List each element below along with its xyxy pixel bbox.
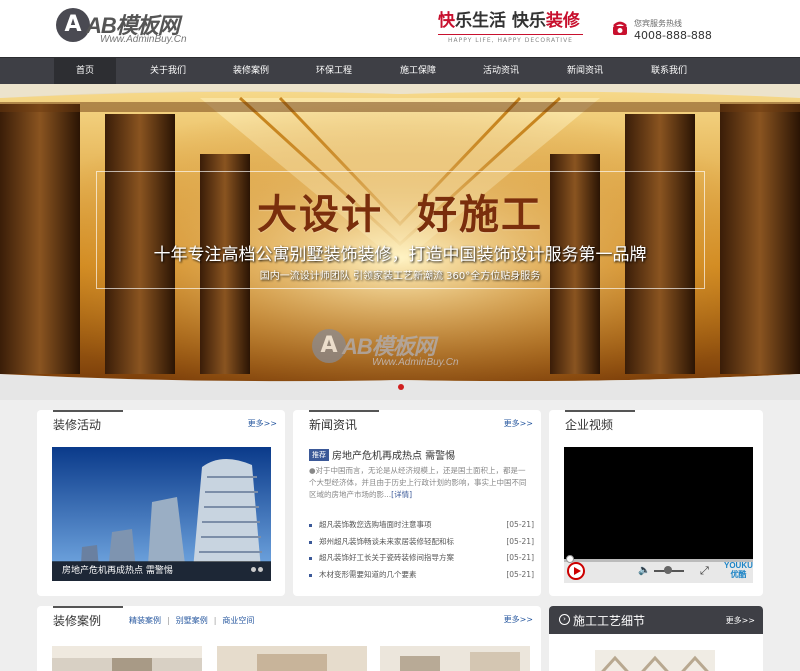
watermark-logo: A AB模板网 Www.AdminBuy.Cn (312, 329, 542, 389)
more-link[interactable]: 更多>> (504, 614, 533, 625)
interior-photo (217, 646, 367, 671)
featured-news-summary: ●对于中国而言，无论是从经济规模上，还是国土面积上，都是一个大型经济体，并且由于… (309, 465, 531, 501)
news-list: 超凡装饰教您选购墙面时注意事项 [05-21] 郑州超凡装饰畅谈未来家居装修轻配和… (309, 517, 534, 583)
nav-news[interactable]: 新闻资讯 (554, 58, 616, 85)
news-panel: 新闻资讯 更多>> 推荐 房地产危机再成热点 需警惕 ●对于中国而言，无论是从经济… (293, 410, 541, 596)
interior-photo (380, 646, 530, 671)
slogan-english: HAPPY LIFE, HAPPY DECORATIVE (438, 34, 583, 44)
arrow-circle-icon: › (559, 614, 570, 625)
detail-link[interactable]: [详情] (391, 490, 412, 499)
hotline: 您宾服务热线 4008-888-888 (612, 18, 732, 42)
youku-top: YOUKU (724, 561, 753, 570)
slogan-part: 快乐 (511, 11, 546, 31)
bullet-icon (309, 573, 312, 577)
carousel-dots[interactable] (249, 561, 263, 575)
featured-news-title[interactable]: 房地产危机再成热点 需警惕 (332, 447, 455, 462)
list-item[interactable]: 木材变形需要知道的几个要素 [05-21] (309, 567, 534, 584)
panel-title: 企业视频 (565, 418, 614, 432)
nav-about[interactable]: 关于我们 (137, 58, 199, 85)
panel-title: 装修案例 (53, 614, 102, 628)
summary-text: ●对于中国而言，无论是从经济规模上，还是国土面积上，都是一个大型经济体，并且由于… (309, 466, 527, 499)
nav-home[interactable]: 首页 (54, 58, 116, 85)
more-link[interactable]: 更多>> (248, 418, 277, 429)
list-item[interactable]: 超凡装饰教您选购墙面时注意事项 [05-21] (309, 517, 534, 534)
recommend-badge: 推荐 (309, 448, 329, 461)
site-header: A AB模板网 Www.AdminBuy.Cn 快乐生活 快乐装修 HAPPY … (0, 0, 800, 57)
banner-title: 大设计 好施工 (257, 192, 543, 238)
panel-title: 新闻资讯 (309, 418, 358, 432)
site-logo[interactable]: A AB模板网 Www.AdminBuy.Cn (56, 8, 206, 48)
panel-title: 装修活动 (53, 418, 102, 432)
slogan-part: 乐生活 (455, 11, 512, 31)
panel-title: 施工工艺细节 (573, 614, 646, 628)
case-thumbnail[interactable] (380, 646, 530, 671)
more-link[interactable]: 更多>> (726, 615, 755, 626)
news-title[interactable]: 超凡装饰好工长关于瓷砖装修间指导方案 (319, 550, 454, 567)
banner-tagline: 国内一流设计师团队 引领家装工艺新潮流 360°全方位贴身服务 (259, 271, 541, 282)
news-date: [05-21] (506, 569, 534, 579)
activities-panel: 装修活动 更多>> 房地产危机再成热点 需警惕 (37, 410, 285, 596)
title-accent (565, 410, 635, 412)
bullet-icon (309, 540, 312, 544)
title-accent (53, 606, 123, 608)
youku-bottom: 优酷 (730, 570, 747, 579)
craft-header: › 施工工艺细节 更多>> (549, 606, 763, 634)
list-item[interactable]: 郑州超凡装饰畅谈未来家居装修轻配和标 [05-21] (309, 534, 534, 551)
header-slogan: 快乐生活 快乐装修 HAPPY LIFE, HAPPY DECORATIVE (438, 6, 583, 50)
tab-fine[interactable]: 精装案例 (129, 616, 161, 625)
play-icon[interactable] (567, 562, 585, 580)
craft-thumbnail[interactable] (595, 650, 715, 671)
video-player[interactable]: 🔈 ⤢ YOUKU 优酷 (564, 447, 753, 583)
phone-icon (613, 21, 627, 35)
fullscreen-icon[interactable]: ⤢ (700, 564, 709, 578)
title-accent (309, 410, 379, 412)
news-title[interactable]: 超凡装饰教您选购墙面时注意事项 (319, 517, 432, 534)
news-date: [05-21] (506, 520, 534, 529)
interior-photo (52, 646, 202, 671)
video-controls: 🔈 ⤢ YOUKU 优酷 (564, 555, 753, 583)
list-item[interactable]: 超凡装饰好工长关于瓷砖装修间指导方案 [05-21] (309, 550, 534, 567)
nav-contact[interactable]: 联系我们 (638, 58, 700, 85)
logo-url: Www.AdminBuy.Cn (100, 34, 187, 45)
image-caption: 房地产危机再成热点 需警惕 (52, 561, 271, 581)
featured-news[interactable]: 推荐 房地产危机再成热点 需警惕 (309, 447, 529, 462)
news-date: [05-21] (506, 553, 534, 562)
cases-panel: 装修案例 精装案例 | 别墅案例 | 商业空间 更多>> (37, 606, 541, 671)
slogan-part: 快 (438, 11, 455, 31)
watermark-url: Www.AdminBuy.Cn (372, 357, 459, 368)
hotline-label: 您宾服务热线 (634, 19, 682, 28)
tab-villa[interactable]: 别墅案例 (176, 616, 208, 625)
news-title[interactable]: 郑州超凡装饰畅谈未来家居装修轻配和标 (319, 534, 454, 551)
case-thumbnail[interactable] (52, 646, 202, 671)
volume-icon[interactable]: 🔈 (638, 565, 650, 576)
more-link[interactable]: 更多>> (504, 418, 533, 429)
tab-commercial[interactable]: 商业空间 (222, 616, 254, 625)
nav-events[interactable]: 活动资讯 (470, 58, 532, 85)
nav-eco[interactable]: 环保工程 (303, 58, 365, 85)
nav-cases[interactable]: 装修案例 (220, 58, 282, 85)
volume-knob[interactable] (664, 566, 672, 574)
main-nav: 首页 关于我们 装修案例 环保工程 施工保障 活动资讯 新闻资讯 联系我们 (0, 57, 800, 85)
slider-dot[interactable] (398, 384, 404, 390)
title-accent (53, 410, 123, 412)
video-panel: 企业视频 🔈 ⤢ YOUKU 优酷 (549, 410, 763, 596)
hero-banner[interactable]: 大设计 好施工 十年专注高档公寓别墅装饰装修，打造中国装饰设计服务第一品牌 国内… (0, 84, 800, 400)
bullet-icon (309, 557, 312, 560)
youku-logo[interactable]: YOUKU 优酷 (724, 561, 753, 579)
activity-image[interactable]: 房地产危机再成热点 需警惕 (52, 447, 271, 581)
hotline-number: 4008-888-888 (634, 29, 712, 42)
logo-emblem-icon: A (56, 8, 90, 42)
slogan-part: 装修 (545, 11, 580, 31)
case-thumbnail[interactable] (217, 646, 367, 671)
case-tabs: 精装案例 | 别墅案例 | 商业空间 (129, 616, 255, 625)
banner-subtitle: 十年专注高档公寓别墅装饰装修，打造中国装饰设计服务第一品牌 (153, 245, 647, 265)
nav-guarantee[interactable]: 施工保障 (387, 58, 449, 85)
craft-panel: › 施工工艺细节 更多>> (549, 606, 763, 671)
bullet-icon (309, 524, 312, 527)
news-date: [05-21] (506, 536, 534, 546)
watermark-emblem-icon: A (312, 329, 346, 363)
news-title[interactable]: 木材变形需要知道的几个要素 (319, 567, 417, 584)
